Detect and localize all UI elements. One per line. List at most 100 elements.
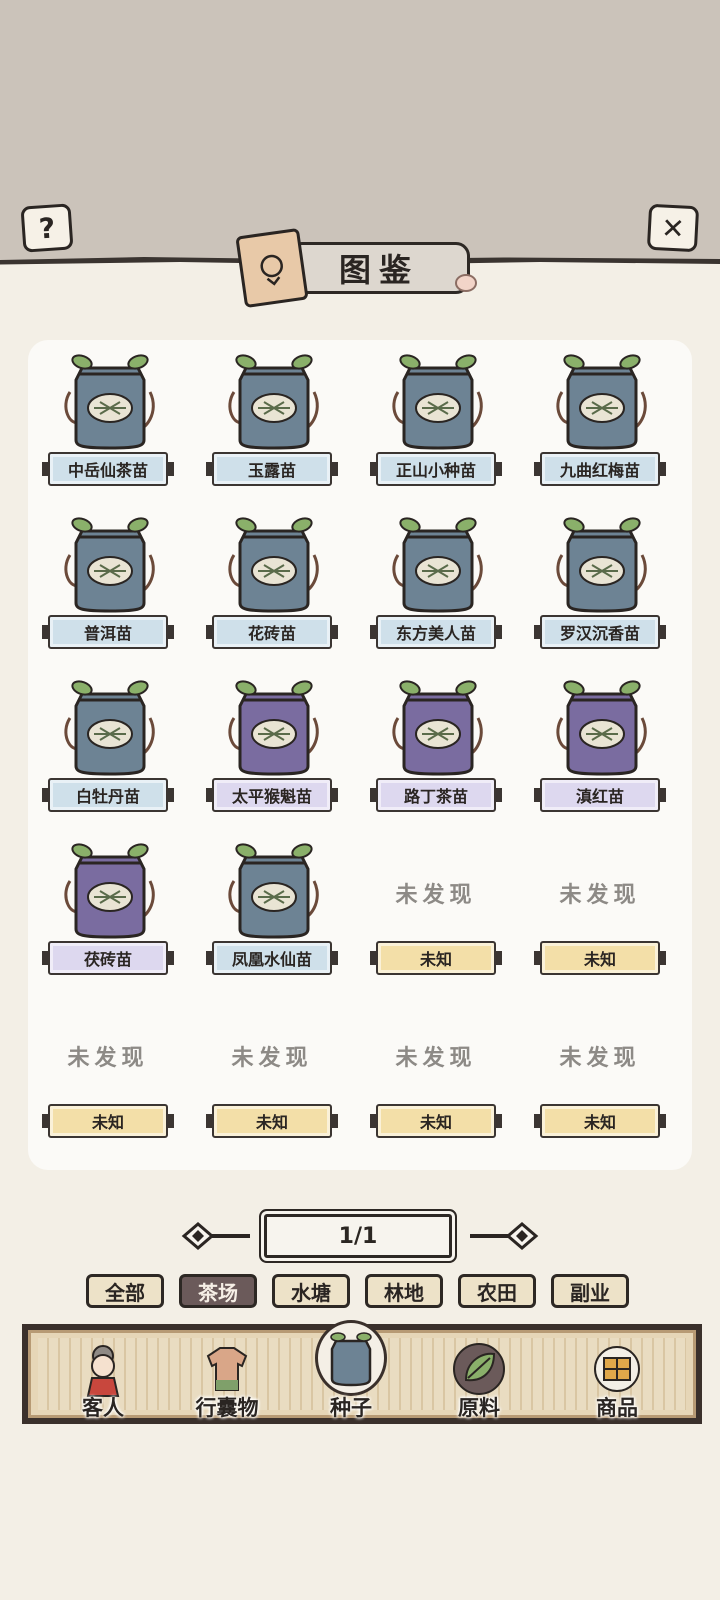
filter-tab[interactable]: 水塘 [272, 1274, 350, 1308]
seed-name-label: 正山小种苗 [370, 452, 502, 486]
seed-bag-icon [552, 352, 652, 452]
undiscovered-card[interactable]: 未发现 未知 [370, 992, 502, 1142]
seed-bag-icon [315, 1320, 387, 1396]
seed-card[interactable]: 凤凰水仙苗 [206, 829, 338, 979]
arrow-left-icon [181, 1222, 250, 1250]
guest-girl-icon [73, 1340, 133, 1398]
unknown-label: 未知 [534, 941, 666, 975]
undiscovered-card[interactable]: 未发现 未知 [370, 829, 502, 979]
seed-name-label: 罗汉沉香苗 [534, 615, 666, 649]
arrow-right-icon [470, 1222, 539, 1250]
top-band [0, 0, 720, 262]
title-scroll: 图鉴 [288, 242, 470, 294]
seed-card[interactable]: 太平猴魁苗 [206, 666, 338, 816]
seed-name-label: 东方美人苗 [370, 615, 502, 649]
undiscovered-card[interactable]: 未发现 未知 [42, 992, 174, 1142]
filter-tab[interactable]: 副业 [551, 1274, 629, 1308]
seed-name-label: 太平猴魁苗 [206, 778, 338, 812]
next-page-button[interactable] [466, 1216, 540, 1256]
seed-bag-icon [60, 841, 160, 941]
seed-card[interactable]: 九曲红梅苗 [534, 340, 666, 490]
seed-name-label: 中岳仙茶苗 [42, 452, 174, 486]
nav-item[interactable]: 客人 [48, 1330, 158, 1430]
seed-bag-icon [388, 515, 488, 615]
filter-tab[interactable]: 林地 [365, 1274, 443, 1308]
pager: 1/1 [180, 1210, 540, 1262]
title-banner: 图鉴 [235, 227, 480, 309]
unknown-label: 未知 [42, 1104, 174, 1138]
seed-name-label: 滇红苗 [534, 778, 666, 812]
nav-item[interactable]: 种子 [296, 1320, 406, 1430]
collection-grid: 中岳仙茶苗 玉露苗 正山小种苗 九曲红梅苗 普洱苗 花砖苗 东方美人苗 罗汉沉香… [28, 340, 692, 1170]
nav-label: 商品 [596, 1396, 638, 1420]
seed-name-label: 凤凰水仙苗 [206, 941, 338, 975]
flower-ornament-icon [455, 274, 477, 292]
seed-name-label: 路丁茶苗 [370, 778, 502, 812]
prev-page-button[interactable] [180, 1216, 254, 1256]
seed-card[interactable]: 东方美人苗 [370, 503, 502, 653]
seed-bag-icon [388, 678, 488, 778]
seed-card[interactable]: 罗汉沉香苗 [534, 503, 666, 653]
seed-name-label: 茯砖苗 [42, 941, 174, 975]
seed-name-label: 白牡丹苗 [42, 778, 174, 812]
seed-name-label: 九曲红梅苗 [534, 452, 666, 486]
undiscovered-card[interactable]: 未发现 未知 [534, 992, 666, 1142]
seed-bag-icon [224, 352, 324, 452]
filter-tab[interactable]: 农田 [458, 1274, 536, 1308]
seed-card[interactable]: 中岳仙茶苗 [42, 340, 174, 490]
filter-tab[interactable]: 全部 [86, 1274, 164, 1308]
bottom-nav: 客人 行囊物 种子 原料 商品 [22, 1320, 702, 1424]
seed-card[interactable]: 花砖苗 [206, 503, 338, 653]
goods-box-icon [587, 1340, 647, 1398]
leaf-icon [449, 1340, 509, 1398]
nav-label: 原料 [458, 1396, 500, 1420]
seed-bag-icon [224, 841, 324, 941]
undiscovered-text: 未发现 [395, 1046, 477, 1071]
seed-card[interactable]: 路丁茶苗 [370, 666, 502, 816]
seed-card[interactable]: 茯砖苗 [42, 829, 174, 979]
unknown-label: 未知 [370, 941, 502, 975]
nav-item[interactable]: 行囊物 [172, 1330, 282, 1430]
close-x-icon: ✕ [660, 210, 686, 246]
seed-bag-icon [552, 678, 652, 778]
nav-item[interactable]: 原料 [424, 1330, 534, 1430]
undiscovered-card[interactable]: 未发现 未知 [534, 829, 666, 979]
seed-bag-icon [60, 352, 160, 452]
nav-item[interactable]: 商品 [562, 1330, 672, 1430]
filter-tab[interactable]: 茶场 [179, 1274, 257, 1308]
seed-bag-icon [224, 678, 324, 778]
undiscovered-text: 未发现 [559, 1046, 641, 1071]
seed-name-label: 玉露苗 [206, 452, 338, 486]
seed-bag-icon [60, 515, 160, 615]
seed-bag-icon [552, 515, 652, 615]
undiscovered-text: 未发现 [67, 1046, 149, 1071]
seed-card[interactable]: 玉露苗 [206, 340, 338, 490]
seed-name-label: 花砖苗 [206, 615, 338, 649]
seed-bag-icon [60, 678, 160, 778]
book-emblem-icon [235, 227, 309, 309]
unknown-label: 未知 [206, 1104, 338, 1138]
question-mark-icon: ? [37, 210, 57, 246]
unknown-label: 未知 [370, 1104, 502, 1138]
seed-card[interactable]: 白牡丹苗 [42, 666, 174, 816]
undiscovered-text: 未发现 [395, 883, 477, 908]
seed-card[interactable]: 普洱苗 [42, 503, 174, 653]
page-title: 图鉴 [338, 251, 419, 289]
nav-label: 行囊物 [195, 1396, 259, 1420]
seed-bag-icon [224, 515, 324, 615]
filter-tabs: 全部 茶场 水塘 林地 农田 副业 [86, 1274, 646, 1310]
page-indicator: 1/1 [264, 1214, 452, 1258]
nav-label: 客人 [82, 1396, 124, 1420]
seed-bag-icon [388, 352, 488, 452]
seed-card[interactable]: 正山小种苗 [370, 340, 502, 490]
close-button[interactable]: ✕ [646, 203, 700, 253]
seed-name-label: 普洱苗 [42, 615, 174, 649]
help-button[interactable]: ? [20, 203, 74, 253]
seed-card[interactable]: 滇红苗 [534, 666, 666, 816]
undiscovered-text: 未发现 [231, 1046, 313, 1071]
nav-label: 种子 [330, 1396, 372, 1420]
unknown-label: 未知 [534, 1104, 666, 1138]
clothing-icon [197, 1340, 257, 1398]
undiscovered-text: 未发现 [559, 883, 641, 908]
undiscovered-card[interactable]: 未发现 未知 [206, 992, 338, 1142]
